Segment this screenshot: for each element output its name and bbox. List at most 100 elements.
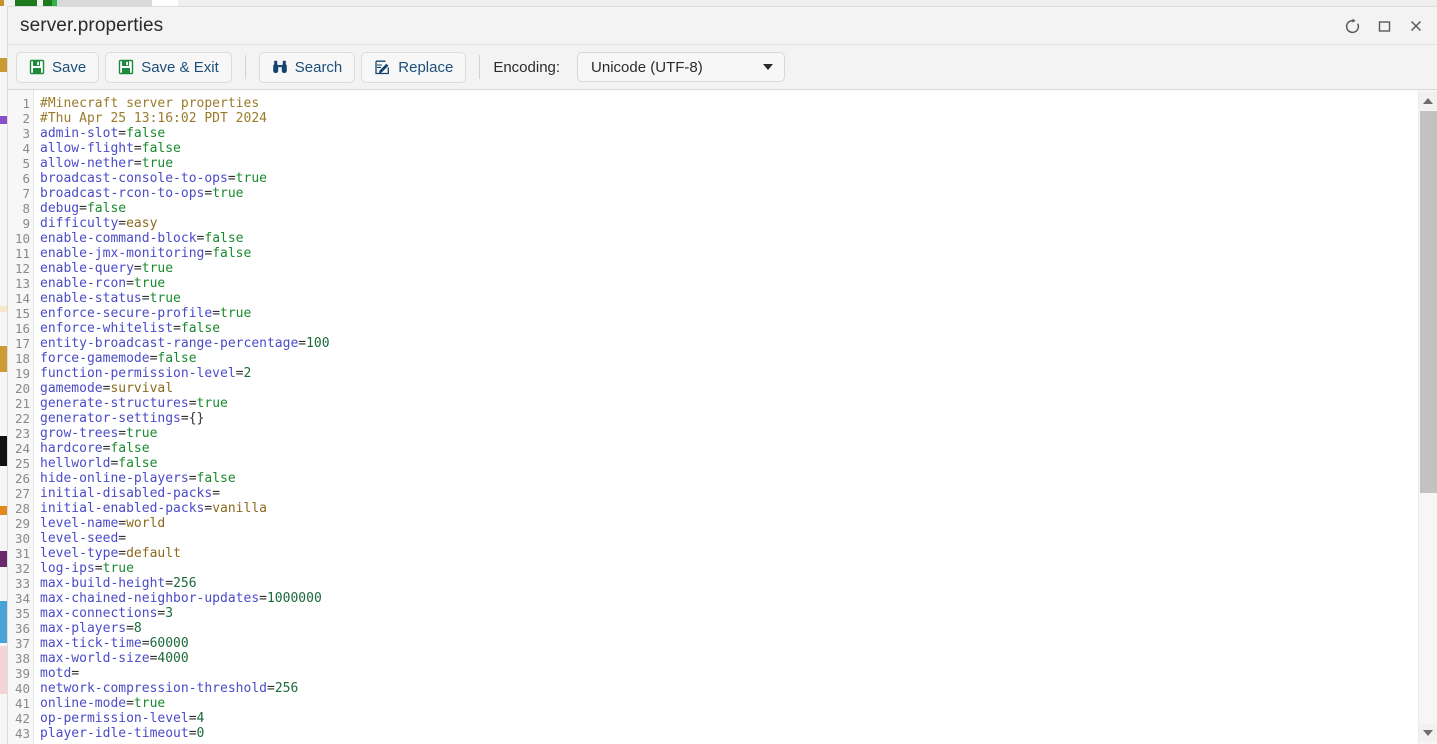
refresh-icon <box>1344 18 1361 35</box>
token-key: enable-status <box>40 291 142 306</box>
token-value: false <box>212 246 252 261</box>
token-equals: = <box>212 306 221 321</box>
code-line: force-gamemode=false <box>40 351 1437 366</box>
token-value: true <box>141 156 174 171</box>
line-number: 33 <box>14 576 30 591</box>
save-button[interactable]: Save <box>16 51 100 83</box>
token-value: true <box>126 426 158 441</box>
token-key: debug <box>40 201 80 216</box>
token-key: max-build-height <box>40 576 166 591</box>
vertical-scrollbar[interactable] <box>1418 90 1437 744</box>
code-line: entity-broadcast-range-percentage=100 <box>40 336 1437 351</box>
line-number: 34 <box>14 591 30 606</box>
token-equals: = <box>118 531 127 546</box>
token-value: false <box>180 321 221 336</box>
search-button[interactable]: Search <box>258 51 356 83</box>
line-number: 14 <box>14 291 30 306</box>
code-line: enforce-whitelist=false <box>40 321 1437 336</box>
code-line: difficulty=easy <box>40 216 1437 231</box>
token-equals: = <box>259 591 267 606</box>
code-line: generator-settings={} <box>40 411 1437 426</box>
toolbar-separator <box>244 55 246 79</box>
replace-button-label: Replace <box>398 58 454 76</box>
floppy-disk-icon <box>118 59 134 75</box>
line-number: 4 <box>22 141 30 156</box>
token-value: easy <box>126 216 158 231</box>
token-equals: = <box>79 201 87 216</box>
scroll-up-button[interactable] <box>1419 92 1437 110</box>
code-line: admin-slot=false <box>40 126 1437 141</box>
token-key: generator-settings <box>40 411 181 426</box>
code-line: enforce-secure-profile=true <box>40 306 1437 321</box>
token-equals: = <box>188 396 197 411</box>
token-value: 4 <box>196 711 205 726</box>
token-value: false <box>110 441 150 456</box>
line-number: 13 <box>14 276 30 291</box>
code-line: gamemode=survival <box>40 381 1437 396</box>
line-number: 25 <box>14 456 30 471</box>
token-value: false <box>118 456 158 471</box>
code-text-content[interactable]: #Minecraft server properties #Thu Apr 25 … <box>34 90 1437 744</box>
token-key: function-permission-level <box>40 366 236 381</box>
line-number: 43 <box>14 726 30 741</box>
token-equals: = <box>126 696 134 711</box>
token-value: false <box>196 471 236 486</box>
token-equals: = <box>173 321 181 336</box>
line-number: 39 <box>14 666 30 681</box>
save-and-exit-button[interactable]: Save & Exit <box>105 51 232 83</box>
line-number: 23 <box>14 426 30 441</box>
token-value: survival <box>110 381 174 396</box>
refresh-button[interactable] <box>1337 11 1367 41</box>
token-key: max-tick-time <box>40 636 142 651</box>
scroll-down-button[interactable] <box>1419 724 1437 742</box>
line-number: 32 <box>14 561 30 576</box>
background-window-left-sliver <box>0 6 7 744</box>
token-key: hellworld <box>40 456 111 471</box>
token-equals: = <box>118 126 127 141</box>
save-and-exit-button-label: Save & Exit <box>141 58 219 76</box>
token-equals: = <box>118 516 127 531</box>
code-line: online-mode=true <box>40 696 1437 711</box>
token-equals: = <box>118 426 127 441</box>
token-value: world <box>126 516 166 531</box>
token-key: player-idle-timeout <box>40 726 189 741</box>
token-key: max-chained-neighbor-updates <box>40 591 260 606</box>
line-number: 15 <box>14 306 30 321</box>
code-editor-area[interactable]: 1 2 3 4 5 6 7 8 9 10 11 12 13 14 15 16 17 18 19 20 21 22 23 24 2… <box>8 90 1437 744</box>
token-value: 4000 <box>157 651 189 666</box>
token-value: true <box>212 186 244 201</box>
token-equals: = <box>165 576 174 591</box>
line-number: 11 <box>14 246 30 261</box>
line-number: 24 <box>14 441 30 456</box>
encoding-select[interactable]: Unicode (UTF-8) <box>577 52 786 82</box>
code-line: allow-nether=true <box>40 156 1437 171</box>
code-line: enable-query=true <box>40 261 1437 276</box>
scrollbar-thumb[interactable] <box>1420 111 1437 493</box>
replace-button[interactable]: Replace <box>361 51 467 83</box>
token-key: broadcast-console-to-ops <box>40 171 228 186</box>
token-equals: = <box>227 171 236 186</box>
token-equals: = <box>133 261 142 276</box>
close-button[interactable] <box>1401 11 1431 41</box>
line-number: 7 <box>22 186 30 201</box>
token-value: 0 <box>196 726 205 741</box>
line-number: 42 <box>14 711 30 726</box>
line-number: 28 <box>14 501 30 516</box>
maximize-button[interactable] <box>1369 11 1399 41</box>
pencil-edit-icon <box>374 59 391 76</box>
token-key: op-permission-level <box>40 711 189 726</box>
triangle-up-icon <box>1423 98 1433 104</box>
token-value: 3 <box>165 606 174 621</box>
line-number: 40 <box>14 681 30 696</box>
token-key: initial-enabled-packs <box>40 501 205 516</box>
line-number: 20 <box>14 381 30 396</box>
encoding-selected-value: Unicode (UTF-8) <box>591 58 703 76</box>
token-value: false <box>86 201 127 216</box>
token-value: true <box>133 276 166 291</box>
token-key: level-name <box>40 516 119 531</box>
code-line: generate-structures=true <box>40 396 1437 411</box>
line-number: 41 <box>14 696 30 711</box>
token-value: 1000000 <box>266 591 322 606</box>
code-line: max-world-size=4000 <box>40 651 1437 666</box>
line-number: 3 <box>22 126 30 141</box>
